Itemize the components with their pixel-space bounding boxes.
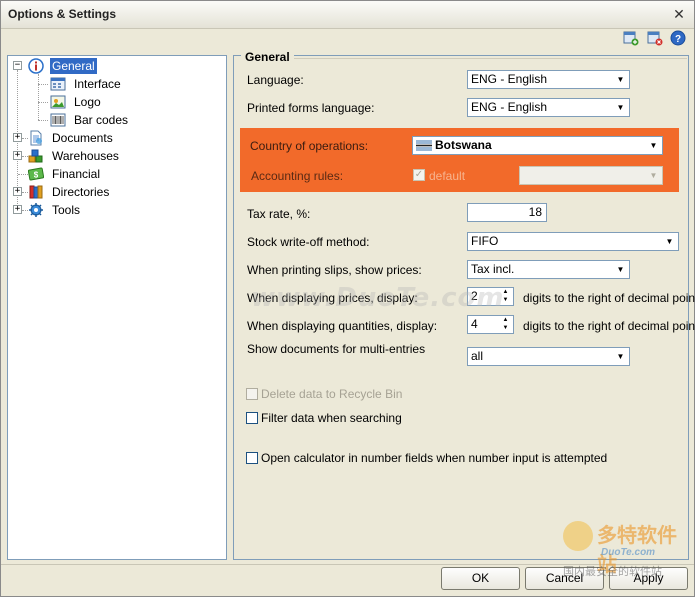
language-select[interactable]: ENG - English ▼ [467, 70, 630, 89]
group-title-general: General [241, 50, 294, 64]
delete-settings-icon[interactable] [647, 30, 663, 46]
accounting-rules-select[interactable]: ▼ [519, 166, 663, 185]
accounting-default-checkbox[interactable]: ✓ [413, 169, 425, 181]
logo-slogan-text: 国内最安全的软件站 [563, 566, 662, 578]
tree-item-financial[interactable]: $ Financial [28, 165, 102, 183]
stock-writeoff-select[interactable]: FIFO ▼ [467, 232, 679, 251]
chevron-down-icon: ▼ [646, 168, 661, 183]
mascot-icon [563, 521, 593, 551]
spin-down-icon[interactable]: ▼ [499, 325, 512, 332]
window-title: Options & Settings [8, 7, 116, 21]
svg-text:?: ? [675, 34, 681, 45]
tree-item-documents[interactable]: Documents [28, 129, 115, 147]
qty-decimals-label: When displaying quantities, display: [247, 319, 438, 333]
tree-item-label: Documents [52, 131, 113, 145]
financial-icon: $ [28, 167, 44, 181]
price-decimals-suffix: digits to the right of decimal point [523, 291, 695, 305]
ok-button[interactable]: OK [441, 567, 520, 590]
chevron-down-icon: ▼ [646, 138, 661, 153]
country-value: Botswana [435, 138, 492, 152]
site-watermark: www.DuoTe.com [251, 283, 505, 313]
multi-entries-label: Show documents for multi-entries [247, 342, 426, 356]
recycle-bin-checkbox[interactable] [246, 388, 258, 400]
documents-icon [30, 130, 42, 146]
language-label: Language: [247, 73, 304, 87]
logo-icon [50, 95, 66, 109]
qty-decimals-suffix: digits to the right of decimal point [523, 319, 695, 333]
accounting-rules-label: Accounting rules: [251, 169, 344, 183]
warehouses-icon [28, 149, 43, 163]
tree-item-label: General [50, 58, 97, 74]
chevron-down-icon: ▼ [613, 72, 628, 87]
country-label: Country of operations: [250, 139, 369, 153]
chevron-down-icon: ▼ [662, 234, 677, 249]
tree-expander-tools[interactable]: + [13, 205, 22, 214]
slip-prices-value: Tax incl. [471, 262, 515, 276]
chevron-down-icon: ▼ [613, 349, 628, 364]
stock-writeoff-value: FIFO [471, 234, 499, 248]
chevron-down-icon: ▼ [613, 262, 628, 277]
tree-item-general[interactable]: General [28, 57, 97, 75]
language-value: ENG - English [471, 72, 548, 86]
calculator-label: Open calculator in number fields when nu… [261, 451, 608, 465]
logo-sub-text: DuoTe.com [601, 547, 656, 558]
tree-item-label: Financial [52, 167, 101, 181]
qty-decimals-stepper[interactable]: 4 ▲ ▼ [467, 315, 514, 334]
tree-item-interface[interactable]: Interface [50, 75, 123, 93]
tools-icon [29, 203, 43, 217]
info-icon [28, 58, 44, 74]
qty-decimals-value: 4 [471, 317, 478, 331]
stock-writeoff-label: Stock write-off method: [247, 235, 370, 249]
options-settings-window: Options & Settings ✕ ? − General Interfa… [0, 0, 695, 597]
add-settings-icon[interactable] [623, 30, 639, 46]
tree-item-bar-codes[interactable]: Bar codes [50, 111, 130, 129]
printed-language-value: ENG - English [471, 100, 548, 114]
botswana-flag-icon [416, 140, 432, 151]
calculator-checkbox[interactable] [246, 452, 258, 464]
tree-item-label: Directories [52, 185, 110, 199]
help-icon[interactable]: ? [670, 30, 686, 46]
filter-search-checkbox[interactable] [246, 412, 258, 424]
tree-item-label: Warehouses [52, 149, 119, 163]
interface-icon [50, 77, 66, 91]
svg-text:$: $ [34, 171, 39, 180]
tree-item-label: Interface [74, 77, 121, 91]
settings-tree: − General Interface Logo Bar codes + Doc… [7, 55, 227, 560]
tree-expander-general[interactable]: − [13, 61, 22, 70]
tree-item-tools[interactable]: Tools [28, 201, 82, 219]
accounting-default-label: default [429, 169, 466, 183]
tree-item-warehouses[interactable]: Warehouses [28, 147, 121, 165]
printed-language-select[interactable]: ENG - English ▼ [467, 98, 630, 117]
tree-item-label: Bar codes [74, 113, 129, 127]
title-bar: Options & Settings ✕ [1, 1, 694, 29]
spin-up-icon[interactable]: ▲ [499, 317, 512, 324]
slip-prices-label: When printing slips, show prices: [247, 263, 422, 277]
multi-entries-select[interactable]: all ▼ [467, 347, 630, 366]
barcode-icon [50, 113, 66, 127]
slip-prices-select[interactable]: Tax incl. ▼ [467, 260, 630, 279]
tax-rate-label: Tax rate, %: [247, 207, 311, 221]
close-icon[interactable]: ✕ [671, 6, 687, 22]
tree-item-label: Tools [52, 203, 81, 217]
multi-entries-value: all [471, 349, 484, 363]
tree-item-label: Logo [74, 95, 101, 109]
duote-logo-watermark: 多特软件站 DuoTe.com 国内最安全的软件站 [561, 517, 691, 578]
recycle-bin-label: Delete data to Recycle Bin [261, 387, 403, 401]
tree-item-directories[interactable]: Directories [28, 183, 111, 201]
printed-language-label: Printed forms language: [247, 101, 375, 115]
tax-rate-input[interactable]: 18 [467, 203, 547, 222]
filter-search-label: Filter data when searching [261, 411, 402, 425]
tree-expander-warehouses[interactable]: + [13, 151, 22, 160]
tree-expander-directories[interactable]: + [13, 187, 22, 196]
tree-item-logo[interactable]: Logo [50, 93, 103, 111]
directories-icon [29, 185, 43, 199]
tree-expander-documents[interactable]: + [13, 133, 22, 142]
country-select[interactable]: Botswana ▼ [412, 136, 663, 155]
chevron-down-icon: ▼ [613, 100, 628, 115]
group-divider [241, 58, 687, 59]
